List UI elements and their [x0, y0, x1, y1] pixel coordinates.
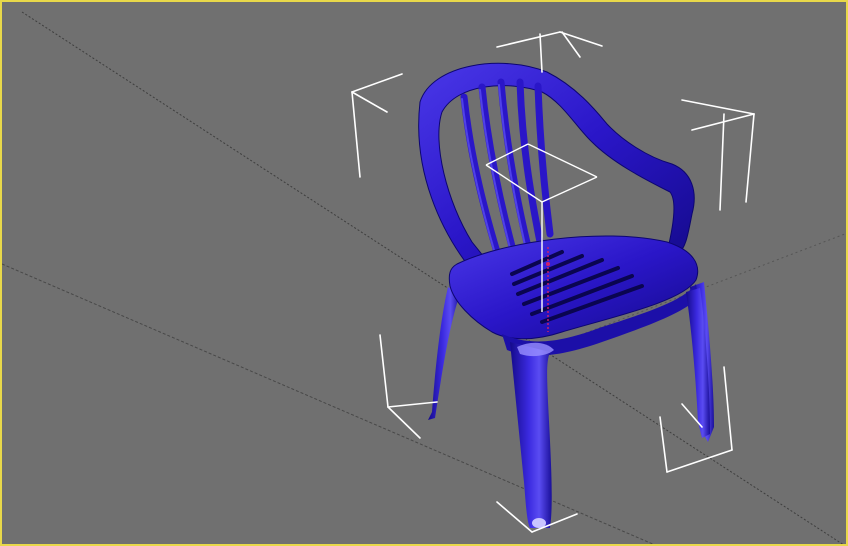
chair-back-left-leg: [428, 287, 460, 420]
chair-seat: [448, 235, 699, 340]
chair-backrest-slats: [460, 78, 554, 258]
chair-model[interactable]: [418, 62, 714, 528]
3d-viewport[interactable]: [0, 0, 848, 546]
chair-front-left-leg: [510, 342, 552, 528]
viewport-canvas[interactable]: [2, 2, 848, 546]
gizmo-x-axis: [541, 176, 598, 203]
chair-backrest: [418, 62, 695, 269]
